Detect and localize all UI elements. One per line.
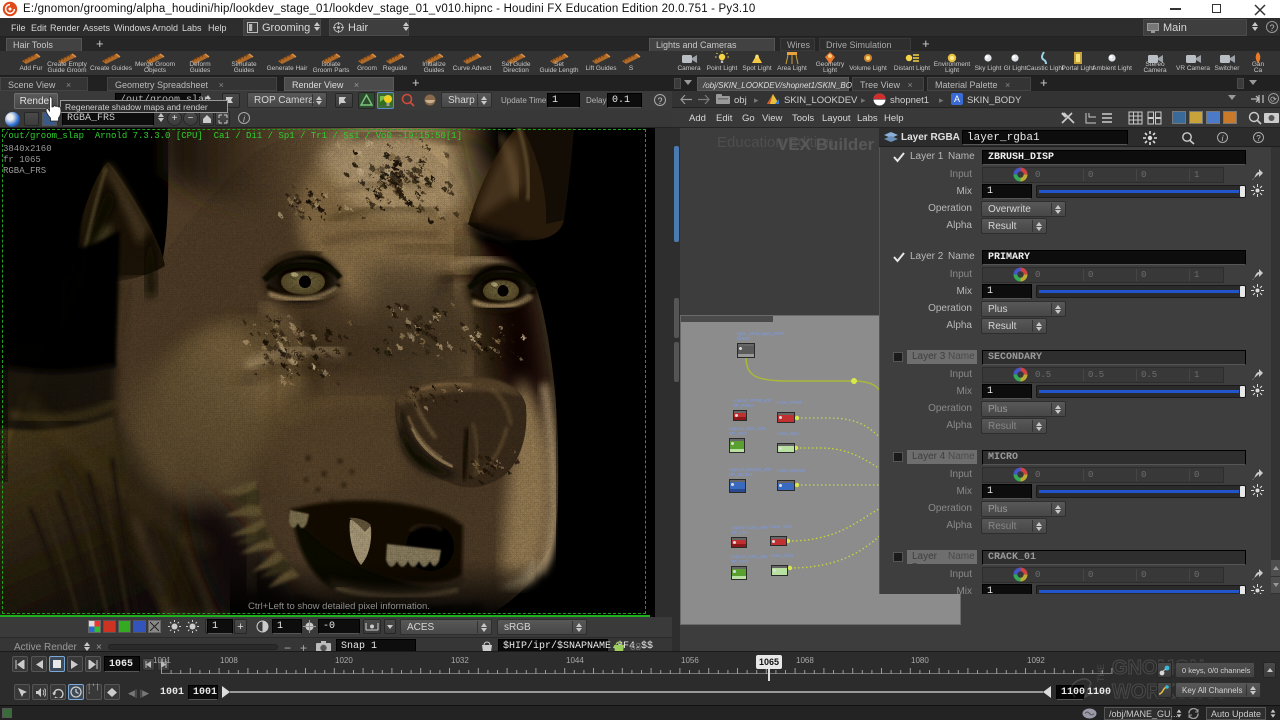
svg-text:THE: THE — [1096, 664, 1106, 682]
